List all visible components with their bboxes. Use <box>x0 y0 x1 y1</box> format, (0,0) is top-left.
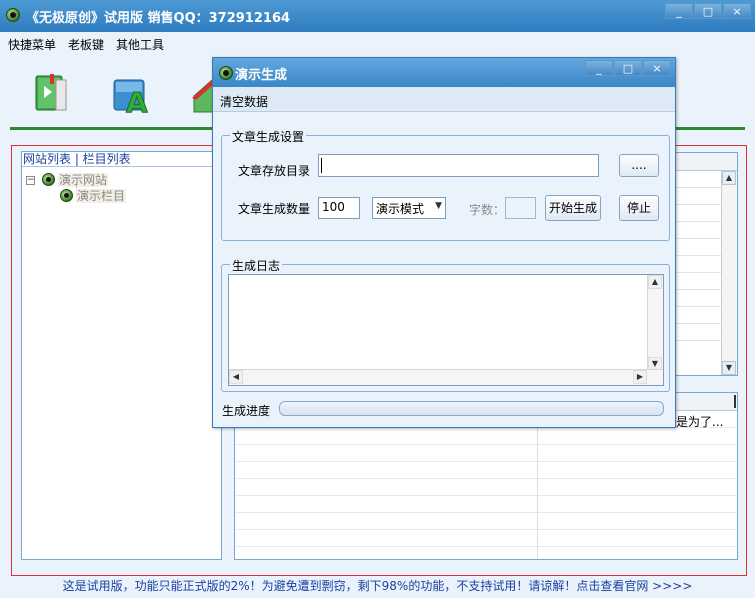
count-input[interactable]: 100 <box>318 197 360 219</box>
article-list-panel[interactable]: ▲ ▼ <box>672 152 738 376</box>
main-window-controls: _ □ × <box>664 3 751 19</box>
article-list-grid <box>673 171 723 357</box>
detail-list-grid <box>235 411 737 559</box>
demo-generate-dialog: 演示生成 _ □ × 清空数据 文章生成设置 文章存放目录 .... 文章生成数… <box>212 57 676 428</box>
progress-label: 生成进度 <box>222 404 271 418</box>
green-book-icon[interactable] <box>30 72 74 116</box>
app-icon <box>6 8 20 22</box>
svg-text:A: A <box>126 86 148 116</box>
dialog-window-controls: _ □ × <box>584 60 671 76</box>
tree-tabs[interactable]: 网站列表 | 栏目列表 <box>22 152 221 167</box>
menu-boss-key[interactable]: 老板键 <box>68 36 104 53</box>
dialog-minimize-button[interactable]: _ <box>585 60 613 76</box>
log-vertical-scrollbar[interactable]: ▲ ▼ <box>647 275 663 371</box>
tree-node-column[interactable]: 演示栏目 <box>60 187 127 204</box>
text-caret <box>321 158 322 173</box>
wordcount-input[interactable] <box>505 197 536 219</box>
clear-data-menu-item[interactable]: 清空数据 <box>220 93 268 110</box>
dialog-title: 演示生成 <box>235 68 288 83</box>
dir-label: 文章存放目录 <box>238 164 311 178</box>
log-horizontal-scrollbar[interactable]: ◀ ▶ <box>229 369 663 385</box>
dialog-titlebar: 演示生成 _ □ × <box>213 58 675 87</box>
mode-select-value: 演示模式 <box>376 202 425 216</box>
dialog-menubar: 清空数据 <box>213 87 675 112</box>
main-close-button[interactable]: × <box>723 3 751 19</box>
detail-column-divider <box>537 411 538 559</box>
scroll-up-arrow-icon[interactable]: ▲ <box>722 171 736 185</box>
main-menubar: 快捷菜单 老板键 其他工具 <box>0 32 755 54</box>
tree-node-site-label: 演示网站 <box>58 173 109 187</box>
log-scroll-right-icon[interactable]: ▶ <box>633 370 647 384</box>
dialog-close-button[interactable]: × <box>643 60 671 76</box>
blue-a-icon[interactable]: A <box>112 72 156 116</box>
dialog-app-icon <box>219 66 233 80</box>
column-icon <box>60 189 73 202</box>
mode-select[interactable]: 演示模式 ▼ <box>372 197 446 219</box>
site-tree-panel[interactable]: 网站列表 | 栏目列表 − 演示网站 演示栏目 <box>21 151 222 560</box>
dir-input[interactable] <box>318 154 599 177</box>
menu-other-tools[interactable]: 其他工具 <box>116 36 164 53</box>
count-label: 文章生成数量 <box>238 202 311 216</box>
column-resize-handle[interactable] <box>734 395 736 408</box>
wordcount-label: 字数： <box>469 203 506 217</box>
tree-node-column-label: 演示栏目 <box>76 189 127 203</box>
scroll-down-arrow-icon[interactable]: ▼ <box>722 361 736 375</box>
main-titlebar: 《无极原创》试用版 销售QQ：372912164 _ □ × <box>0 0 755 32</box>
tree-node-site[interactable]: 演示网站 <box>42 171 109 188</box>
settings-group: 文章生成设置 <box>221 128 670 241</box>
log-textarea[interactable]: ▲ ▼ ◀ ▶ <box>228 274 664 386</box>
main-minimize-button[interactable]: _ <box>665 3 693 19</box>
main-maximize-button[interactable]: □ <box>694 3 722 19</box>
article-list-scrollbar[interactable]: ▲ ▼ <box>721 171 737 375</box>
browse-button[interactable]: .... <box>619 154 659 177</box>
trial-notice-link[interactable]: 这是试用版，功能只能正式版的2%！为避免遭到剽窃，剩下98%的功能，不支持试用！… <box>0 578 755 598</box>
stop-button[interactable]: 停止 <box>619 195 659 221</box>
log-group: 生成日志 ▲ ▼ ◀ ▶ <box>221 257 670 392</box>
log-scroll-left-icon[interactable]: ◀ <box>229 370 243 384</box>
menu-quick[interactable]: 快捷菜单 <box>8 36 56 53</box>
main-window-title: 《无极原创》试用版 销售QQ：372912164 <box>26 11 291 26</box>
settings-group-legend: 文章生成设置 <box>230 128 307 145</box>
start-generate-button[interactable]: 开始生成 <box>545 195 601 221</box>
dialog-maximize-button[interactable]: □ <box>614 60 642 76</box>
log-group-legend: 生成日志 <box>230 257 283 274</box>
site-icon <box>42 173 55 186</box>
generate-progress-bar <box>279 401 664 416</box>
detail-cell: 是为了... <box>676 415 724 429</box>
article-list-header <box>673 153 737 171</box>
tree-expander[interactable]: − <box>26 176 35 185</box>
log-scroll-up-icon[interactable]: ▲ <box>648 275 662 289</box>
chevron-down-icon: ▼ <box>435 201 442 211</box>
